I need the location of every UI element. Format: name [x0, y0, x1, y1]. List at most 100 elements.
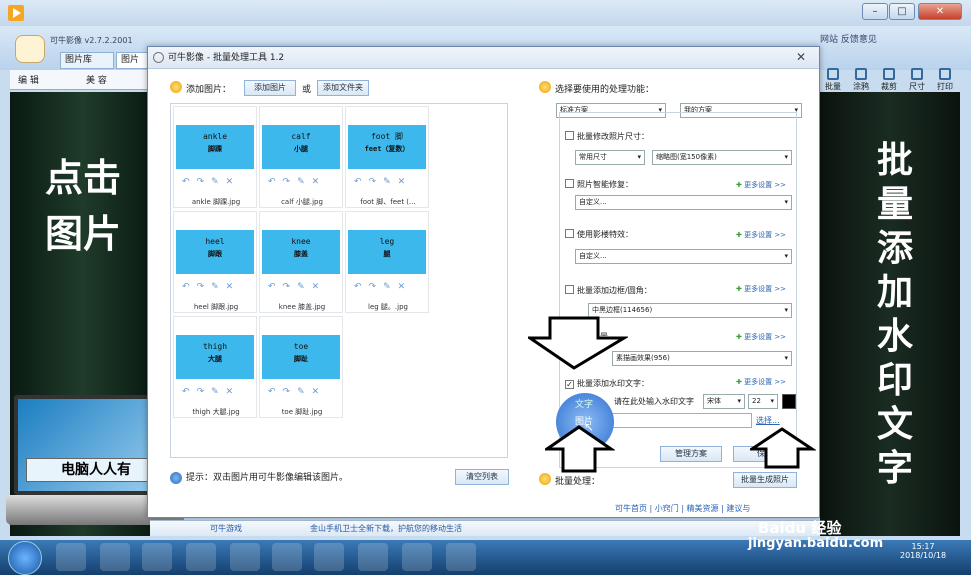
footer-links[interactable]: 可牛首页 | 小窍门 | 精美资源 | 建议与 — [615, 503, 750, 514]
up-arrow-icon — [750, 427, 816, 469]
batch-label: 批量处理： — [555, 477, 601, 487]
edit-toolbar: 编 辑 美 容 — [10, 70, 152, 90]
thumbnail-image[interactable]: heel 脚跟 — [176, 230, 254, 274]
thumbnail-card[interactable]: ankle 脚踝 ↶↷✎✕ ankle 脚踝.jpg — [173, 106, 257, 208]
thumbnail-actions[interactable]: ↶↷✎✕ — [182, 387, 252, 397]
close-button[interactable]: ✕ — [918, 3, 962, 20]
edit-tab[interactable]: 编 辑 — [18, 73, 39, 86]
right-caption: 批量添加水印文字 — [876, 139, 913, 489]
tools-icon[interactable] — [446, 543, 476, 571]
start-button[interactable] — [8, 541, 42, 575]
manage-scheme-button[interactable]: 管理方案 — [660, 446, 722, 462]
add-folder-button[interactable]: 添加文件夹 — [317, 80, 369, 96]
common-size-select[interactable]: 常用尺寸 — [575, 150, 645, 165]
thumbnail-filename: calf 小腿.jpg — [281, 198, 323, 206]
thumbnail-cn: 脚趾 — [294, 355, 308, 363]
thumb-size-select[interactable]: 缩略图(宽150像素) — [652, 150, 792, 165]
more-settings-link[interactable]: 更多设置 >> — [736, 332, 786, 342]
minimize-button[interactable]: – — [862, 3, 888, 20]
maximize-button[interactable]: □ — [889, 3, 915, 20]
thumbnail-card[interactable]: leg 腿 ↶↷✎✕ leg 腿。.jpg — [345, 211, 429, 313]
resize-option[interactable]: 批量修改照片尺寸： — [565, 131, 649, 143]
thumbnail-card[interactable]: foot 脚 feet（复数） ↶↷✎✕ foot 脚、feet (... — [345, 106, 429, 208]
thumbnail-filename: toe 脚趾.jpg — [281, 408, 323, 416]
thumbnail-actions[interactable]: ↶↷✎✕ — [182, 177, 252, 187]
batch-tool[interactable]: 批量 — [820, 68, 846, 92]
thumbnail-image[interactable]: calf 小腿 — [262, 125, 340, 169]
print-tool[interactable]: 打印 — [932, 68, 958, 92]
thumbnail-card[interactable]: knee 膝盖 ↶↷✎✕ knee 膝盖.jpg — [259, 211, 343, 313]
size-tool[interactable]: 尺寸 — [904, 68, 930, 92]
header-links[interactable]: 网站 反馈意见 — [820, 32, 877, 45]
tab-library[interactable]: 图片库 — [60, 52, 114, 69]
more-settings-link[interactable]: 更多设置 >> — [736, 284, 786, 294]
more-settings-link[interactable]: 更多设置 >> — [736, 377, 786, 387]
font-size-select[interactable]: 22 — [748, 394, 778, 409]
more-settings-link[interactable]: 更多设置 >> — [736, 180, 786, 190]
thumbnail-image[interactable]: leg 腿 — [348, 230, 426, 274]
app-icon — [8, 5, 24, 21]
bullet-icon — [539, 473, 551, 485]
effects-option[interactable]: 使用影楼特效： — [565, 229, 633, 241]
font-select[interactable]: 宋体 — [703, 394, 745, 409]
scene-select[interactable]: 素描画效果(956) — [612, 351, 792, 366]
app-icon[interactable] — [358, 543, 388, 571]
wm-text-radio[interactable]: 文字 — [575, 397, 593, 410]
thumbnail-word: thigh — [202, 342, 228, 351]
clock[interactable]: 15:17 2018/10/18 — [900, 542, 946, 560]
clear-list-button[interactable]: 清空列表 — [455, 469, 509, 485]
thumbnail-card[interactable]: calf 小腿 ↶↷✎✕ calf 小腿.jpg — [259, 106, 343, 208]
thumbnail-actions[interactable]: ↶↷✎✕ — [182, 282, 252, 292]
watermark-option[interactable]: ✓ 批量添加水印文字： — [565, 378, 649, 390]
thumbnail-actions[interactable]: ↶↷✎✕ — [268, 282, 338, 292]
smart-fix-select[interactable]: 自定义... — [575, 195, 792, 210]
thumbnail-image[interactable]: thigh 大腿 — [176, 335, 254, 379]
thumbnail-actions[interactable]: ↶↷✎✕ — [268, 177, 338, 187]
app-icon[interactable] — [230, 543, 260, 571]
game-link[interactable]: 可牛游戏 — [210, 521, 242, 537]
image-path-field[interactable] — [612, 413, 752, 428]
doodle-tool[interactable]: 涂鸦 — [848, 68, 874, 92]
dialog-icon — [153, 52, 164, 63]
add-images-label: 添加图片： — [186, 85, 232, 95]
app-icon[interactable] — [314, 543, 344, 571]
news-link[interactable]: 金山手机卫士全新下载，护航您的移动生活 — [310, 521, 462, 537]
thumbnail-word: foot 脚 — [370, 132, 404, 141]
more-settings-link[interactable]: 更多设置 >> — [736, 230, 786, 240]
batch-generate-button[interactable]: 批量生成照片 — [733, 472, 797, 488]
down-arrow-icon — [528, 316, 628, 370]
thumbnail-card[interactable]: heel 脚跟 ↶↷✎✕ heel 脚跟.jpg — [173, 211, 257, 313]
smart-fix-option[interactable]: 照片智能修复： — [565, 179, 633, 191]
app-icon[interactable] — [402, 543, 432, 571]
thumbnail-image[interactable]: knee 膝盖 — [262, 230, 340, 274]
thumbnail-actions[interactable]: ↶↷✎✕ — [354, 282, 424, 292]
thumbnail-word: leg — [379, 237, 395, 246]
watermark-input[interactable]: 请在此处输入水印文字 — [614, 396, 694, 407]
thumbnail-image[interactable]: toe 脚趾 — [262, 335, 340, 379]
thumbnail-actions[interactable]: ↶↷✎✕ — [354, 177, 424, 187]
crop-tool[interactable]: 裁剪 — [876, 68, 902, 92]
thumbnail-cn: 膝盖 — [294, 250, 308, 258]
baidu-url: jingyan.baidu.com — [748, 536, 884, 551]
thumbnail-card[interactable]: thigh 大腿 ↶↷✎✕ thigh 大腿.jpg — [173, 316, 257, 418]
thumbnail-filename: leg 腿。.jpg — [368, 303, 408, 311]
ie-icon[interactable] — [56, 543, 86, 571]
folder-icon[interactable] — [272, 543, 302, 571]
thumbnail-image[interactable]: foot 脚 feet（复数） — [348, 125, 426, 169]
add-images-button[interactable]: 添加图片 — [244, 80, 296, 96]
color-swatch[interactable] — [782, 394, 796, 409]
thumbnail-actions[interactable]: ↶↷✎✕ — [268, 387, 338, 397]
thumbnail-card[interactable]: toe 脚趾 ↶↷✎✕ toe 脚趾.jpg — [259, 316, 343, 418]
effects-select[interactable]: 自定义... — [575, 249, 792, 264]
ie-icon[interactable] — [186, 543, 216, 571]
tab-image[interactable]: 图片 — [116, 52, 150, 69]
media-icon[interactable] — [142, 543, 172, 571]
dialog-close-icon[interactable]: ✕ — [788, 49, 814, 65]
thumbnail-image[interactable]: ankle 脚踝 — [176, 125, 254, 169]
border-option[interactable]: 批量添加边框/圆角： — [565, 285, 652, 297]
beauty-tab[interactable]: 美 容 — [86, 73, 107, 86]
explorer-icon[interactable] — [100, 543, 130, 571]
choose-link[interactable]: 选择... — [756, 415, 780, 426]
thumbnail-filename: ankle 脚踝.jpg — [191, 198, 241, 206]
or-label: 或 — [302, 85, 312, 95]
